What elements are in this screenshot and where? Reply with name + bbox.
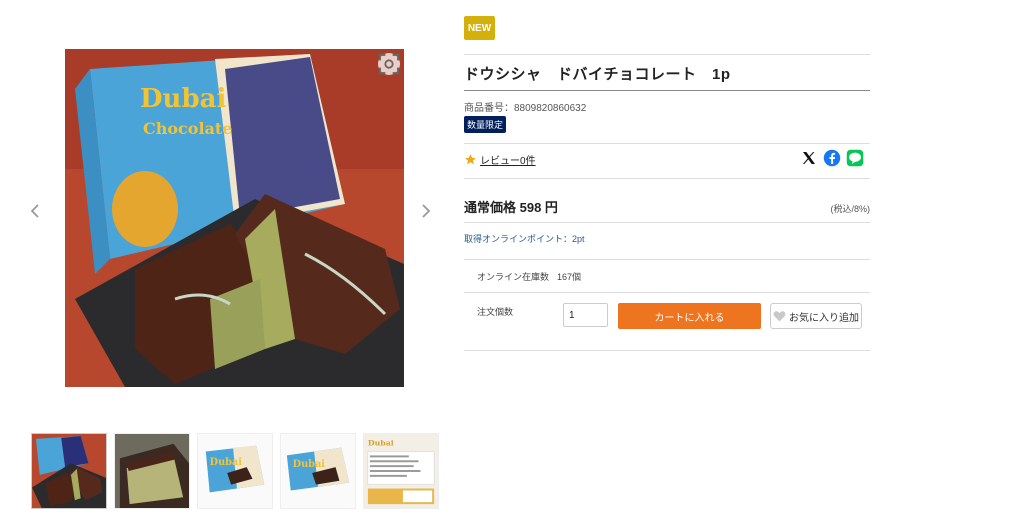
divider: [464, 292, 870, 293]
share-line-button[interactable]: [846, 149, 864, 167]
regular-price: 通常価格 598 円: [464, 200, 558, 215]
star-icon: [465, 154, 476, 165]
svg-text:Dubai: Dubai: [293, 459, 326, 470]
divider: [464, 54, 870, 55]
quantity-label: 注文個数: [477, 307, 514, 317]
next-image-button[interactable]: [419, 200, 433, 222]
quantity-input[interactable]: [563, 303, 608, 327]
main-product-image[interactable]: Dubai Chocolate: [65, 49, 404, 387]
x-logo-icon: [803, 152, 815, 164]
divider: [464, 222, 870, 223]
share-x-button[interactable]: [800, 149, 818, 167]
line-icon: [846, 149, 864, 167]
thumbnail-2[interactable]: [114, 433, 190, 509]
add-to-cart-button[interactable]: カートに入れる: [618, 303, 761, 329]
thumbnail-1[interactable]: [31, 433, 107, 509]
stock-label: オンライン在庫数: [477, 272, 550, 282]
thumbnail-5[interactable]: Dubai: [363, 433, 439, 509]
thumbnail-3[interactable]: Dubai: [197, 433, 273, 509]
chevron-left-icon: [30, 204, 39, 218]
share-buttons: [800, 149, 864, 167]
divider: [464, 350, 870, 351]
box-brand-subtext: Chocolate: [143, 119, 232, 138]
thumbnail-3-image: Dubai: [198, 434, 272, 508]
svg-text:Dubai: Dubai: [210, 457, 243, 468]
thumbnail-strip: Dubai Dubai Dubai: [31, 433, 439, 509]
main-image-illustration: Dubai Chocolate: [65, 49, 404, 387]
prev-image-button[interactable]: [28, 200, 42, 222]
facebook-icon: [823, 149, 841, 167]
price-row: 通常価格 598 円 (税込/8%): [464, 197, 870, 216]
svg-text:Dubai: Dubai: [368, 439, 394, 448]
thumbnail-5-image: Dubai: [364, 434, 438, 508]
chevron-right-icon: [422, 204, 431, 218]
stock-value: 167個: [557, 272, 582, 282]
divider: [464, 90, 870, 91]
stock-row: オンライン在庫数 167個: [477, 270, 581, 283]
divider: [464, 143, 870, 144]
product-gallery: Dubai Chocolate Dubai Dubai Dubai: [0, 0, 450, 519]
online-points: 取得オンラインポイント：2pt: [464, 234, 585, 244]
thumbnail-4[interactable]: Dubai: [280, 433, 356, 509]
add-to-favorites-button[interactable]: お気に入り追加: [770, 303, 862, 329]
divider: [464, 178, 870, 179]
thumbnail-1-image: [32, 434, 106, 508]
heart-icon: [773, 311, 786, 322]
thumbnail-2-image: [115, 434, 189, 508]
zoom-button[interactable]: [378, 53, 400, 75]
share-facebook-button[interactable]: [823, 149, 841, 167]
product-title: ドウシシャ ドバイチョコレート 1p: [464, 66, 731, 83]
favorites-label: お気に入り追加: [789, 312, 859, 324]
review-link-label: レビュー0件: [480, 156, 536, 167]
thumbnail-4-image: Dubai: [281, 434, 355, 508]
tax-note: (税込/8%): [830, 204, 870, 214]
divider: [464, 259, 870, 260]
product-sku: 商品番号：8809820860632: [464, 103, 587, 114]
zoom-icon: [378, 53, 400, 75]
box-brand-text: Dubai: [140, 84, 226, 114]
new-badge: NEW: [464, 16, 495, 40]
limited-badge: 数量限定: [464, 116, 507, 133]
review-link[interactable]: レビュー0件: [464, 152, 536, 167]
